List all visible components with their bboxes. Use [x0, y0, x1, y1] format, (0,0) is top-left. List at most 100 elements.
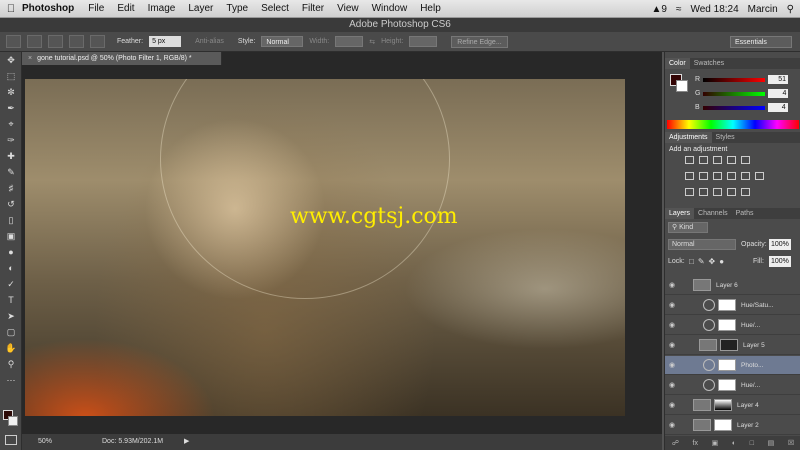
g-value[interactable]: 4 — [768, 89, 789, 98]
user-name[interactable]: Marcin — [748, 4, 778, 15]
style-select[interactable]: Normal — [261, 36, 304, 47]
layer-row[interactable]: ◉ Layer 5 — [665, 336, 800, 355]
add-mask-icon[interactable]: ▣ — [712, 439, 719, 447]
r-slider[interactable] — [703, 77, 766, 82]
menu-type[interactable]: Type — [226, 3, 248, 14]
tab-channels[interactable]: Channels — [694, 208, 732, 219]
layer-name[interactable]: Layer 4 — [737, 402, 759, 409]
blend-mode-select[interactable]: Normal — [668, 239, 736, 250]
tab-paths[interactable]: Paths — [732, 208, 758, 219]
clone-stamp-icon[interactable]: ♯ — [0, 180, 22, 196]
menu-help[interactable]: Help — [420, 3, 441, 14]
workspace-select[interactable]: Essentials — [730, 36, 792, 48]
r-value[interactable]: 51 — [768, 75, 789, 84]
eye-icon[interactable]: ◉ — [665, 361, 679, 369]
shape-tool-icon[interactable]: ▢ — [0, 324, 22, 340]
vibrance-icon[interactable] — [741, 156, 750, 164]
link-layers-icon[interactable]: ☍ — [672, 439, 679, 447]
antialias-checkbox[interactable]: Anti-alias — [195, 38, 224, 45]
blur-tool-icon[interactable]: ● — [0, 244, 22, 260]
pen-tool-icon[interactable]: ✓ — [0, 276, 22, 292]
swap-icon[interactable]: ⇆ — [369, 38, 375, 46]
layer-name[interactable]: Hue/... — [741, 382, 760, 389]
layer-name[interactable]: Hue/... — [741, 322, 760, 329]
dodge-tool-icon[interactable]: ◐ — [0, 260, 22, 276]
menu-file[interactable]: File — [88, 3, 104, 14]
layer-row[interactable]: ◉ Layer 4 — [665, 396, 800, 415]
menu-edit[interactable]: Edit — [117, 3, 134, 14]
search-icon[interactable]: ⚲ — [787, 4, 794, 15]
eye-icon[interactable]: ◉ — [665, 421, 679, 429]
opacity-input[interactable]: 100% — [769, 239, 791, 250]
apple-icon[interactable]:  — [0, 3, 22, 15]
move-tool-icon[interactable]: ✥ — [0, 52, 22, 68]
brush-tool-icon[interactable]: ✎ — [0, 164, 22, 180]
brightness-icon[interactable] — [685, 156, 694, 164]
tab-layers[interactable]: Layers — [665, 208, 695, 219]
marquee-tool-icon[interactable]: ⬚ — [0, 68, 22, 84]
fx-button[interactable]: fx — [693, 440, 698, 447]
layer-row[interactable]: ◉ Hue/... — [665, 316, 800, 335]
refine-edge-button[interactable]: Refine Edge... — [451, 35, 508, 48]
height-input[interactable] — [409, 36, 438, 47]
intersect-selection-icon[interactable] — [90, 35, 105, 48]
layer-row[interactable]: ◉ Layer 2 — [665, 416, 800, 435]
levels-icon[interactable] — [699, 156, 708, 164]
width-input[interactable] — [335, 36, 364, 47]
fill-input[interactable]: 100% — [769, 256, 791, 267]
healing-brush-icon[interactable]: ✚ — [0, 148, 22, 164]
photo-filter-icon[interactable] — [727, 172, 736, 180]
layer-name[interactable]: Layer 6 — [716, 282, 738, 289]
add-selection-icon[interactable] — [48, 35, 63, 48]
channel-mixer-icon[interactable] — [741, 172, 750, 180]
layer-kind-filter[interactable]: ⚲ Kind — [668, 222, 708, 233]
hue-saturation-icon[interactable] — [685, 172, 694, 180]
b-value[interactable]: 4 — [767, 103, 788, 112]
menu-view[interactable]: View — [337, 3, 359, 14]
crop-tool-icon[interactable]: ⌖ — [0, 116, 22, 132]
bg-color-chip[interactable] — [676, 80, 688, 92]
invert-icon[interactable] — [685, 188, 694, 196]
layer-name[interactable]: Layer 2 — [737, 422, 759, 429]
gradient-map-icon[interactable] — [727, 188, 736, 196]
posterize-icon[interactable] — [699, 188, 708, 196]
close-icon[interactable]: × — [28, 55, 32, 62]
app-menu[interactable]: Photoshop — [22, 3, 74, 14]
tab-color[interactable]: Color — [665, 58, 690, 69]
tab-swatches[interactable]: Swatches — [690, 58, 728, 69]
color-spectrum[interactable] — [667, 120, 799, 129]
layer-row[interactable]: ◉ Hue/... — [665, 376, 800, 395]
new-selection-icon[interactable] — [27, 35, 42, 48]
layer-row[interactable]: ◉ Layer 6 — [665, 276, 800, 295]
b-slider[interactable] — [702, 105, 765, 110]
black-white-icon[interactable] — [713, 172, 722, 180]
quick-mask-icon[interactable] — [5, 435, 17, 445]
eraser-tool-icon[interactable]: ▯ — [0, 212, 22, 228]
eye-icon[interactable]: ◉ — [665, 321, 679, 329]
eyedropper-tool-icon[interactable]: ✑ — [0, 132, 22, 148]
hand-tool-icon[interactable]: ✋ — [0, 340, 22, 356]
color-lookup-icon[interactable] — [755, 172, 764, 180]
layer-name[interactable]: Photo... — [741, 362, 763, 369]
tab-styles[interactable]: Styles — [712, 132, 739, 143]
exposure-icon[interactable] — [727, 156, 736, 164]
feather-input[interactable]: 5 px — [149, 36, 182, 47]
color-balance-icon[interactable] — [699, 172, 708, 180]
layer-name[interactable]: Layer 5 — [743, 342, 765, 349]
document-tab[interactable]: × gone tutorial.psd @ 50% (Photo Filter 1… — [22, 52, 222, 65]
menu-layer[interactable]: Layer — [188, 3, 213, 14]
path-select-icon[interactable]: ➤ — [0, 308, 22, 324]
threshold-icon[interactable] — [713, 188, 722, 196]
background-color-swatch[interactable] — [8, 416, 18, 426]
notification-icon[interactable]: ▲9 — [652, 4, 667, 15]
history-brush-icon[interactable]: ↺ — [0, 196, 22, 212]
new-layer-icon[interactable]: ▤ — [768, 439, 775, 447]
edit-toolbar-icon[interactable]: ⋯ — [0, 372, 22, 388]
eye-icon[interactable]: ◉ — [665, 381, 679, 389]
quick-select-tool-icon[interactable]: ✒ — [0, 100, 22, 116]
menu-image[interactable]: Image — [148, 3, 176, 14]
marquee-tool-preset[interactable] — [6, 35, 21, 48]
curves-icon[interactable] — [713, 156, 722, 164]
layer-row[interactable]: ◉ Hue/Satu... — [665, 296, 800, 315]
eye-icon[interactable]: ◉ — [665, 401, 679, 409]
